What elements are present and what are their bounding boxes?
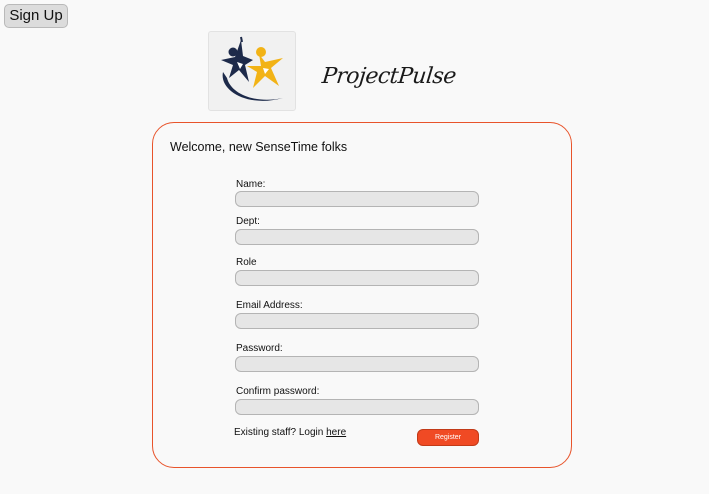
- role-label: Role: [236, 257, 257, 268]
- email-label: Email Address:: [236, 300, 303, 311]
- email-field[interactable]: [235, 313, 479, 329]
- brand-name: ProjectPulse: [320, 64, 458, 89]
- password-field[interactable]: [235, 356, 479, 372]
- name-label: Name:: [236, 179, 266, 190]
- dept-field[interactable]: [235, 229, 479, 245]
- existing-staff-text: Existing staff? Login here: [234, 427, 346, 438]
- register-button[interactable]: Register: [417, 429, 479, 446]
- welcome-heading: Welcome, new SenseTime folks: [170, 140, 348, 154]
- existing-staff-label: Existing staff? Login: [234, 427, 324, 438]
- signup-card: Welcome, new SenseTime folks Name: Dept:…: [152, 122, 572, 468]
- signup-page: Sign Up ProjectPulse Welcome, new SenseT…: [0, 0, 709, 494]
- confirm-password-label: Confirm password:: [236, 386, 320, 397]
- role-field[interactable]: [235, 270, 479, 286]
- login-link[interactable]: here: [326, 427, 346, 438]
- name-field[interactable]: [235, 191, 479, 207]
- confirm-password-field[interactable]: [235, 399, 479, 415]
- star-people-logo-icon: [221, 36, 283, 101]
- logo: [208, 31, 296, 111]
- dept-label: Dept:: [236, 216, 260, 227]
- password-label: Password:: [236, 343, 283, 354]
- sign-up-button[interactable]: Sign Up: [4, 4, 68, 28]
